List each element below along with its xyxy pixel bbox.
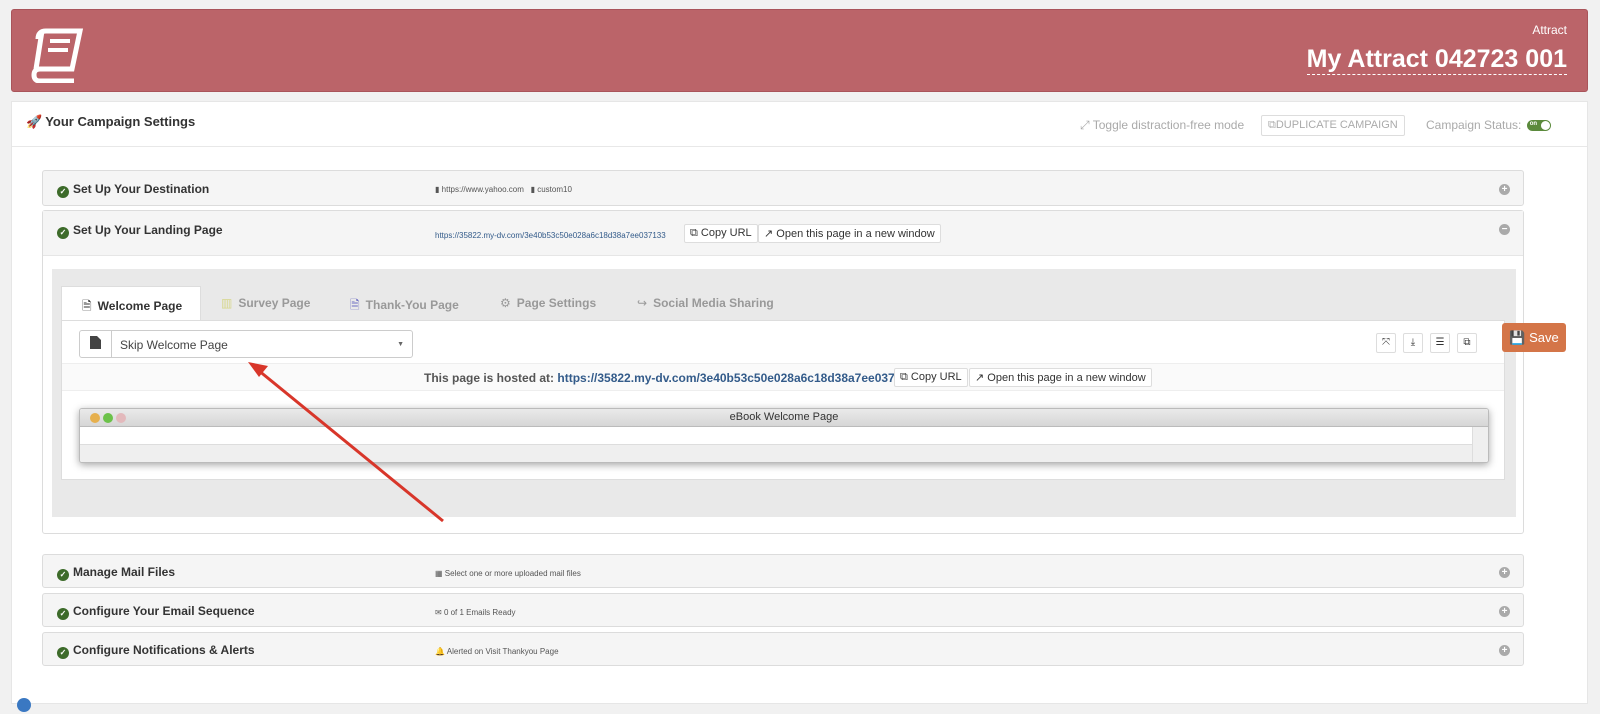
fullscreen-icon[interactable]: ⤧ bbox=[1376, 333, 1396, 353]
panel-destination[interactable]: ✓ Set Up Your Destination ▮ https://www.y… bbox=[42, 170, 1524, 206]
tab-welcome-page[interactable]: 🗎 Welcome Page bbox=[61, 286, 202, 320]
floppy-icon: 💾 bbox=[1509, 330, 1526, 345]
landing-editor-area: 🗎 Welcome Page ▥ Survey Page 🗎 Thank-You Pa… bbox=[52, 269, 1516, 517]
panel-info: ▦ Select one or more uploaded mail files bbox=[435, 569, 581, 578]
book-icon: ▮ bbox=[530, 185, 535, 194]
app-header: Attract My Attract 042723 001 bbox=[11, 9, 1588, 92]
document-icon: 🗎 bbox=[82, 299, 92, 313]
panel-notifications[interactable]: ✓ Configure Notifications & Alerts 🔔 Aler… bbox=[42, 632, 1524, 666]
expand-plus-icon[interactable]: + bbox=[1499, 567, 1510, 578]
expand-plus-icon[interactable]: + bbox=[1499, 606, 1510, 617]
panel-info: ▮ https://www.yahoo.com ▮ custom10 bbox=[435, 185, 572, 194]
envelope-icon: ✉ bbox=[435, 608, 442, 617]
hosted-row: This page is hosted at: https://35822.my… bbox=[62, 363, 1504, 391]
landing-panel-header[interactable]: ✓ Set Up Your Landing Page https://35822.… bbox=[43, 211, 1523, 256]
expand-icon: ⤢ bbox=[1080, 118, 1090, 132]
check-icon: ✓ bbox=[57, 227, 69, 239]
book-icon: ▮ bbox=[435, 185, 440, 194]
grid-icon: ▦ bbox=[435, 569, 443, 578]
gears-icon: ⚙ bbox=[500, 296, 511, 310]
rocket-icon: 🚀 bbox=[26, 114, 43, 129]
toggle-distraction-free[interactable]: ⤢ Toggle distraction-free mode bbox=[1080, 118, 1244, 133]
panel-title: ✓ Set Up Your Landing Page bbox=[57, 223, 223, 239]
tab-social-media-sharing[interactable]: ↪ Social Media Sharing bbox=[637, 286, 774, 320]
external-link-icon: ↗ bbox=[764, 228, 774, 240]
check-icon: ✓ bbox=[57, 569, 69, 581]
panel-info: ✉ 0 of 1 Emails Ready bbox=[435, 608, 516, 617]
expand-plus-icon[interactable]: + bbox=[1499, 184, 1510, 195]
panel-email-sequence[interactable]: ✓ Configure Your Email Sequence ✉ 0 of 1 … bbox=[42, 593, 1524, 627]
page-preview-window: eBook Welcome Page bbox=[79, 408, 1489, 463]
check-icon: ✓ bbox=[57, 608, 69, 620]
hosted-url-link[interactable]: https://35822.my-dv.com/3e40b53c50e028a6… bbox=[557, 371, 914, 385]
landing-url[interactable]: https://35822.my-dv.com/3e40b53c50e028a6… bbox=[435, 231, 666, 240]
tab-survey-page[interactable]: ▥ Survey Page bbox=[221, 286, 310, 320]
tab-page-settings[interactable]: ⚙ Page Settings bbox=[500, 286, 596, 320]
window-title: eBook Welcome Page bbox=[729, 411, 839, 423]
share-icon: ↪ bbox=[637, 296, 648, 310]
settings-title: 🚀 Your Campaign Settings bbox=[26, 114, 196, 129]
expand-plus-icon[interactable]: + bbox=[1499, 645, 1510, 656]
panel-info: 🔔 Alerted on Visit Thankyou Page bbox=[435, 647, 559, 656]
copy-icon[interactable]: ⧉ bbox=[1457, 333, 1477, 353]
panel-title: ✓ Manage Mail Files bbox=[57, 565, 175, 581]
check-icon: ✓ bbox=[57, 647, 69, 659]
copy-icon: ⧉ bbox=[1268, 119, 1276, 131]
panel-title: ✓ Configure Your Email Sequence bbox=[57, 604, 255, 620]
check-icon: ✓ bbox=[57, 186, 69, 198]
open-new-window-button[interactable]: ↗ Open this page in a new window bbox=[969, 368, 1152, 387]
bell-icon: 🔔 bbox=[435, 647, 445, 656]
select-value: Skip Welcome Page bbox=[120, 338, 228, 352]
welcome-page-select[interactable]: Skip Welcome Page ▼ bbox=[79, 330, 413, 358]
main-card: 🚀 Your Campaign Settings ⤢ Toggle distrac… bbox=[11, 101, 1588, 704]
welcome-tab-content: Skip Welcome Page ▼ ⤧ ⤓ ☰ ⧉ This page is… bbox=[61, 320, 1505, 480]
book-icon bbox=[31, 28, 84, 83]
campaign-status: Campaign Status: on bbox=[1426, 118, 1551, 132]
duplicate-campaign-button[interactable]: ⧉DUPLICATE CAMPAIGN bbox=[1261, 115, 1405, 136]
panel-title: ✓ Set Up Your Destination bbox=[57, 182, 209, 198]
copy-icon: ⧉ bbox=[690, 227, 698, 239]
copy-url-button[interactable]: ⧉ Copy URL bbox=[684, 224, 758, 243]
chevron-down-icon: ▼ bbox=[397, 341, 404, 348]
external-link-icon: ↗ bbox=[975, 372, 985, 384]
hosted-text: This page is hosted at: https://35822.my… bbox=[424, 371, 915, 385]
document-icon: 🗎 bbox=[350, 298, 360, 312]
window-titlebar: eBook Welcome Page bbox=[80, 409, 1488, 427]
open-new-window-button[interactable]: ↗ Open this page in a new window bbox=[758, 224, 941, 243]
header-subtitle: Attract bbox=[1532, 23, 1567, 37]
panel-landing-page: ✓ Set Up Your Landing Page https://35822.… bbox=[42, 210, 1524, 534]
status-toggle[interactable]: on bbox=[1526, 120, 1551, 132]
tab-thank-you-page[interactable]: 🗎 Thank-You Page bbox=[350, 286, 459, 320]
horizontal-scrollbar[interactable] bbox=[80, 444, 1472, 462]
download-icon[interactable]: ⤓ bbox=[1403, 333, 1423, 353]
panel-title: ✓ Configure Notifications & Alerts bbox=[57, 643, 255, 659]
help-icon[interactable] bbox=[17, 698, 31, 712]
collapse-minus-icon[interactable]: − bbox=[1499, 224, 1510, 235]
vertical-scrollbar[interactable] bbox=[1472, 427, 1488, 462]
database-icon[interactable]: ☰ bbox=[1430, 333, 1450, 353]
campaign-title[interactable]: My Attract 042723 001 bbox=[1306, 44, 1567, 75]
panel-mail-files[interactable]: ✓ Manage Mail Files ▦ Select one or more … bbox=[42, 554, 1524, 588]
file-icon bbox=[80, 331, 112, 357]
save-button[interactable]: 💾 Save bbox=[1502, 323, 1566, 352]
page-tabs: 🗎 Welcome Page ▥ Survey Page 🗎 Thank-You Pa… bbox=[61, 286, 1505, 320]
copy-url-button[interactable]: ⧉ Copy URL bbox=[894, 368, 968, 387]
chart-icon: ▥ bbox=[221, 296, 233, 310]
copy-icon: ⧉ bbox=[900, 371, 908, 383]
settings-bar: 🚀 Your Campaign Settings ⤢ Toggle distrac… bbox=[12, 102, 1587, 147]
